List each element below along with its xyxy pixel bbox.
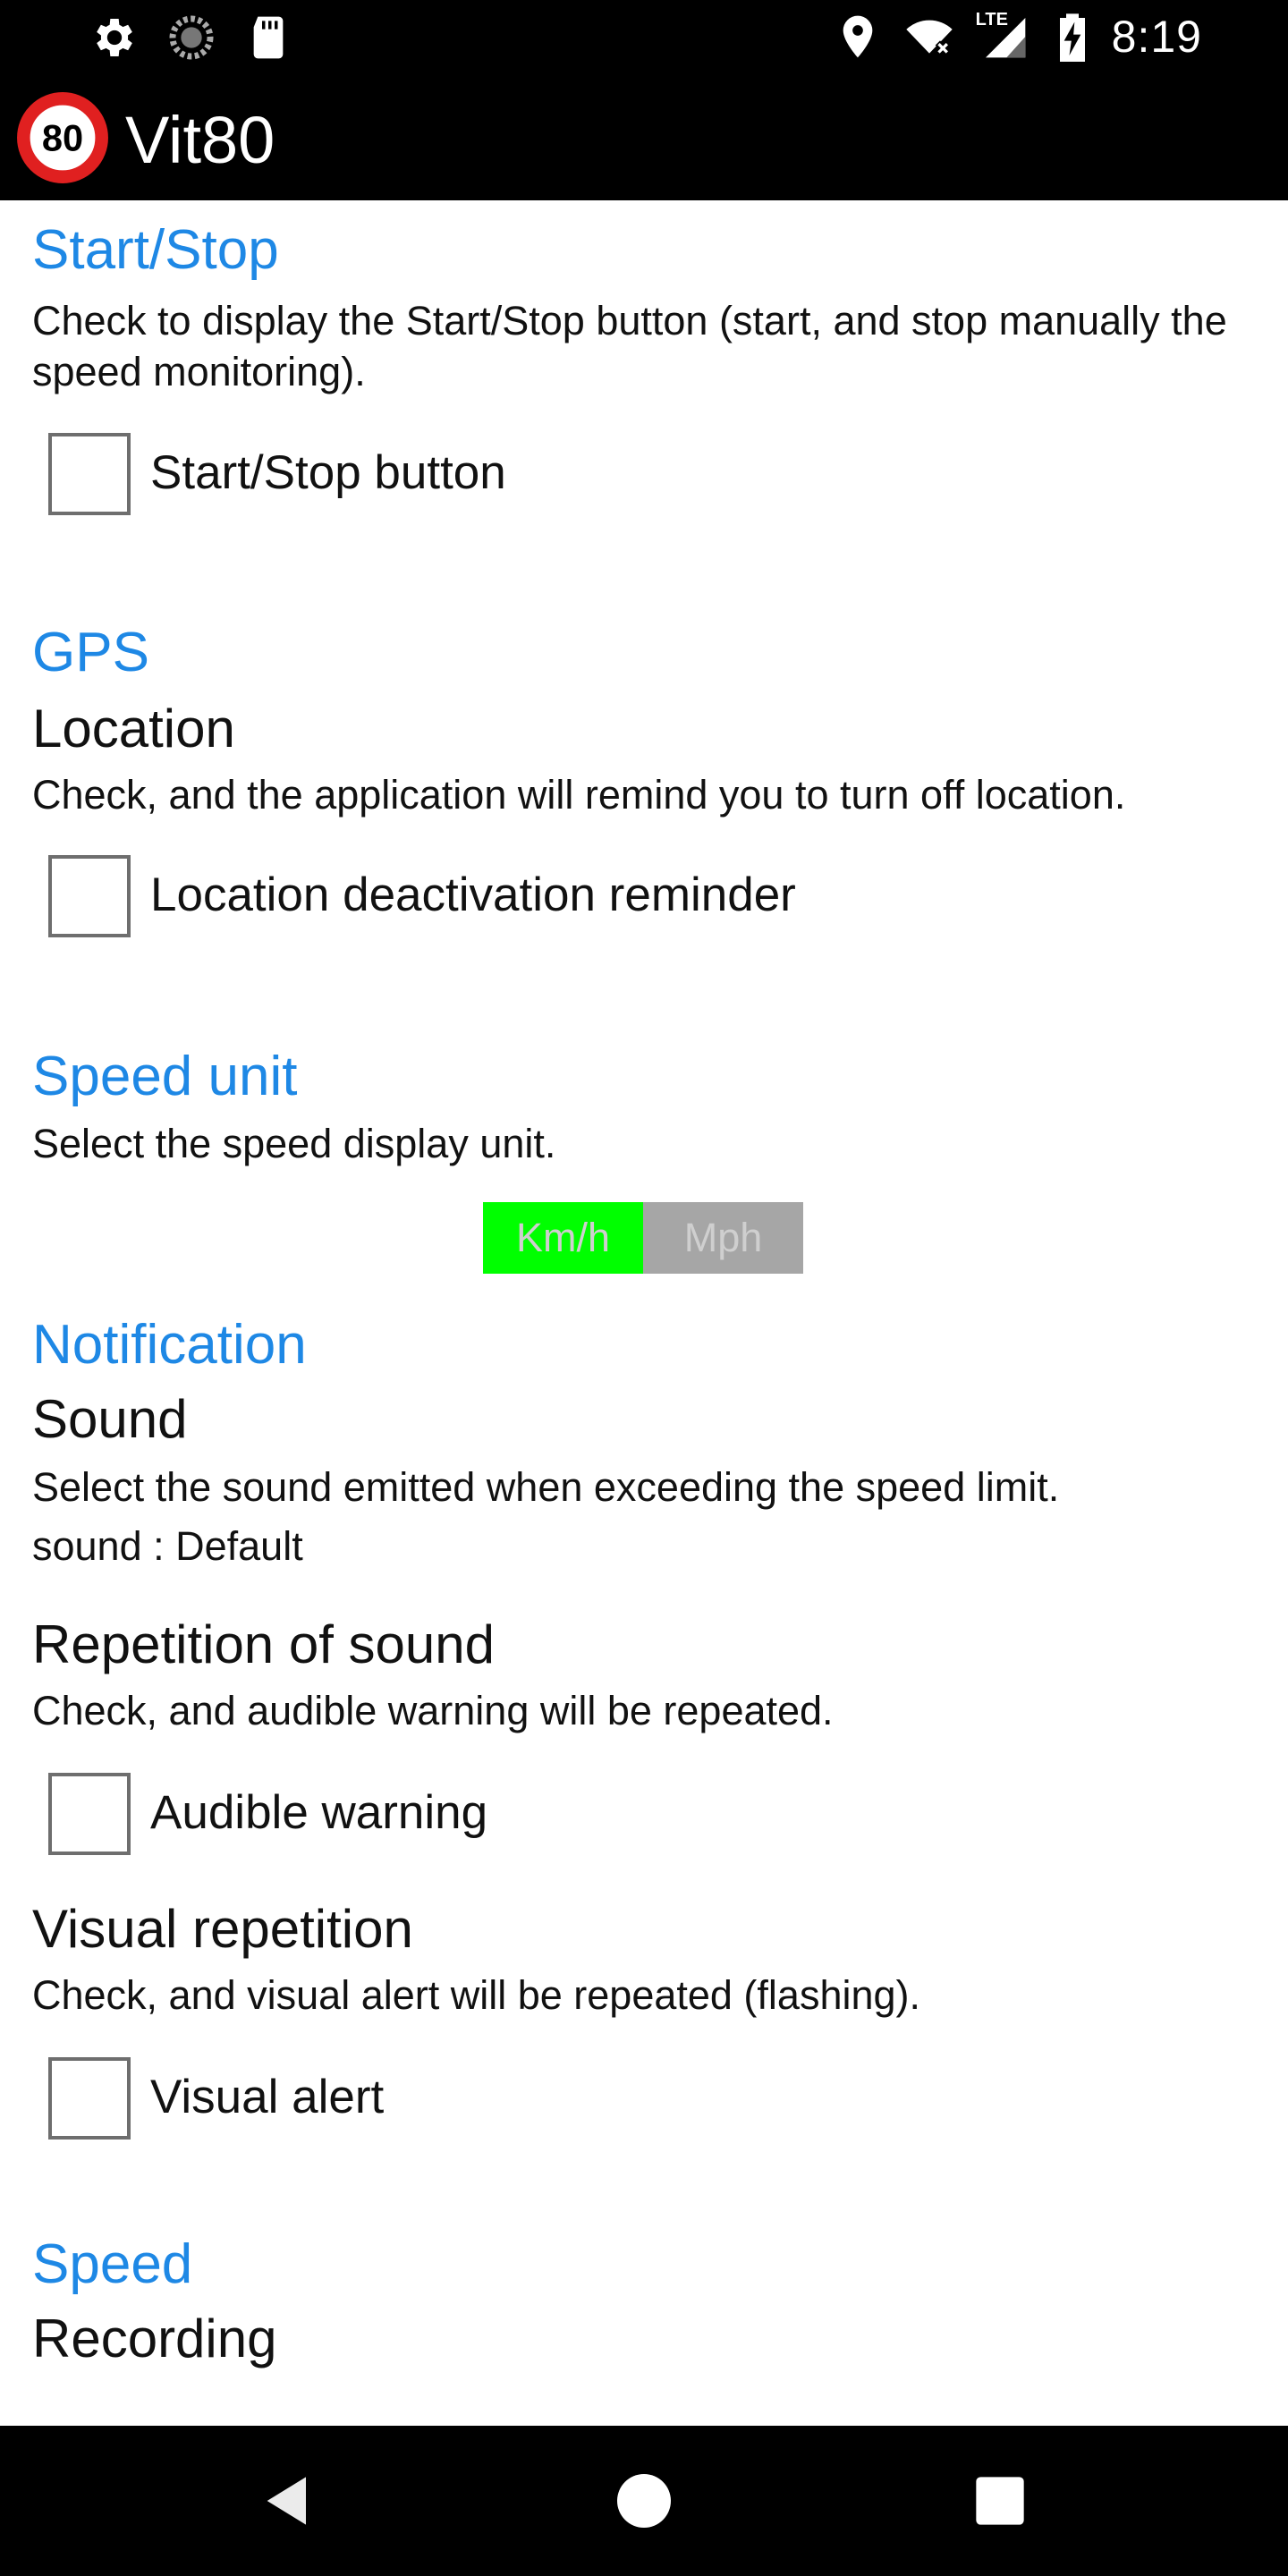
section-title-gps: GPS bbox=[32, 622, 149, 683]
location-reminder-label[interactable]: Location deactivation reminder bbox=[150, 868, 796, 922]
wifi-icon bbox=[904, 12, 954, 62]
unit-option-kmh[interactable]: Km/h bbox=[483, 1202, 643, 1274]
navigation-bar bbox=[0, 2426, 1288, 2576]
location-title[interactable]: Location bbox=[32, 698, 235, 759]
visual-repetition-summary: Check, and visual alert will be repeated… bbox=[32, 1972, 921, 2018]
start-stop-summary: Check to display the Start/Stop button (… bbox=[32, 298, 1227, 394]
section-title-speed-unit: Speed unit bbox=[32, 1046, 298, 1107]
lte-label: LTE bbox=[975, 10, 1008, 30]
location-reminder-checkbox[interactable] bbox=[48, 855, 131, 937]
audible-warning-checkbox[interactable] bbox=[48, 1773, 131, 1855]
visual-repetition-title[interactable]: Visual repetition bbox=[32, 1898, 413, 1960]
back-icon[interactable] bbox=[252, 2465, 324, 2537]
battery-charging-icon bbox=[1055, 12, 1090, 62]
lte-signal-icon: LTE bbox=[975, 10, 1033, 62]
location-pin-icon bbox=[833, 12, 883, 62]
status-bar: LTE 8:19 bbox=[0, 0, 1288, 75]
app-bar: 80 Vit80 bbox=[0, 75, 1288, 200]
status-bar-right: LTE 8:19 bbox=[833, 10, 1202, 63]
section-title-notification: Notification bbox=[32, 1314, 307, 1376]
visual-alert-checkbox[interactable] bbox=[48, 2057, 131, 2140]
sound-value: sound : Default bbox=[32, 1523, 303, 1569]
status-bar-left bbox=[89, 13, 293, 63]
visual-alert-label[interactable]: Visual alert bbox=[150, 2070, 384, 2124]
section-title-speed: Speed bbox=[32, 2233, 193, 2295]
repetition-summary: Check, and audible warning will be repea… bbox=[32, 1688, 834, 1733]
home-icon[interactable] bbox=[608, 2465, 680, 2537]
recents-icon[interactable] bbox=[964, 2465, 1036, 2537]
clock: 8:19 bbox=[1111, 12, 1202, 62]
sd-card-icon bbox=[243, 13, 293, 63]
sync-icon bbox=[166, 13, 216, 63]
section-title-start-stop: Start/Stop bbox=[32, 219, 279, 281]
audible-warning-label[interactable]: Audible warning bbox=[150, 1785, 487, 1840]
logo-text: 80 bbox=[42, 117, 83, 159]
speed-unit-summary: Select the speed display unit. bbox=[32, 1121, 556, 1166]
start-stop-checkbox-label[interactable]: Start/Stop button bbox=[150, 445, 506, 500]
location-summary: Check, and the application will remind y… bbox=[32, 772, 1126, 818]
recording-title[interactable]: Recording bbox=[32, 2308, 277, 2369]
settings-list[interactable]: Start/Stop Check to display the Start/St… bbox=[0, 200, 1288, 2426]
speed-unit-toggle[interactable]: Km/h Mph bbox=[483, 1202, 803, 1274]
app-title: Vit80 bbox=[125, 103, 275, 177]
sound-summary: Select the sound emitted when exceeding … bbox=[32, 1464, 1060, 1510]
speed-limit-logo-icon: 80 bbox=[16, 91, 109, 184]
unit-option-mph[interactable]: Mph bbox=[643, 1202, 803, 1274]
gear-icon bbox=[89, 13, 140, 63]
repetition-title[interactable]: Repetition of sound bbox=[32, 1614, 495, 1675]
sound-title[interactable]: Sound bbox=[32, 1388, 188, 1450]
start-stop-checkbox[interactable] bbox=[48, 433, 131, 515]
